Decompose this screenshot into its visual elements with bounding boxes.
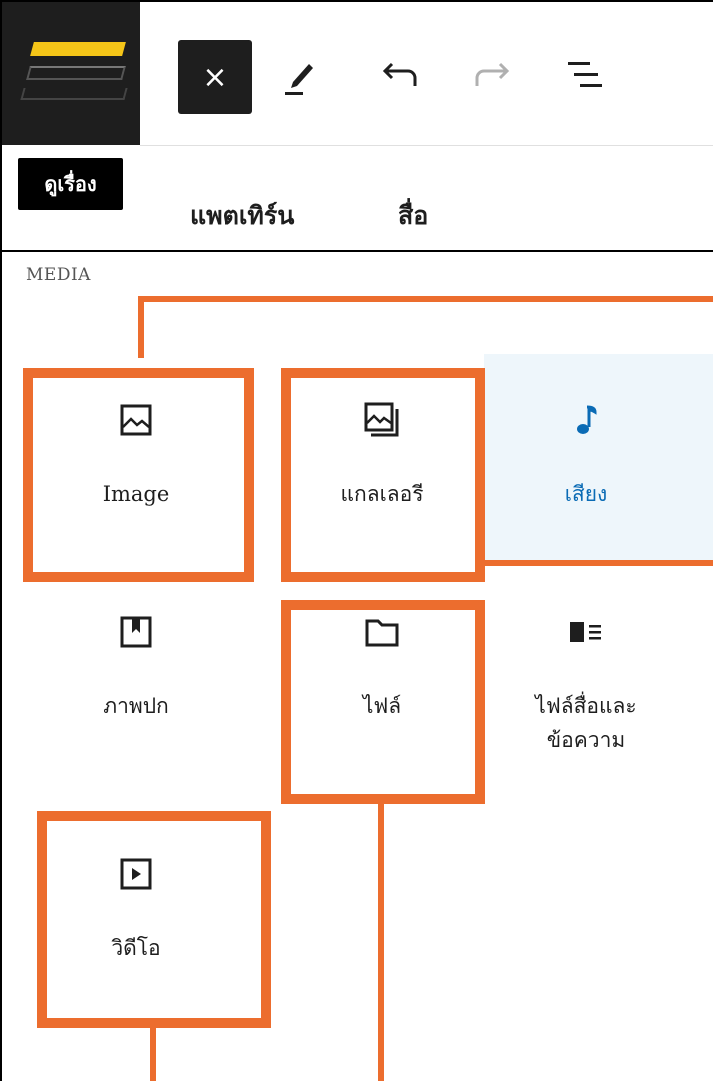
- block-cover[interactable]: ภาพปก: [36, 612, 236, 724]
- cover-icon: [119, 612, 153, 652]
- annotation-box-video: [37, 811, 271, 1028]
- annotation-line: [485, 560, 713, 566]
- pencil-icon[interactable]: [282, 52, 318, 96]
- annotation-line: [138, 296, 144, 358]
- annotation-line: [378, 804, 384, 1081]
- site-logo[interactable]: [2, 2, 140, 145]
- close-icon: ×: [202, 59, 228, 95]
- block-audio[interactable]: เสียง: [486, 400, 686, 512]
- tooltip: ดูเรื่อง: [18, 158, 123, 210]
- annotation-line: [138, 296, 713, 302]
- block-media-text[interactable]: ไฟล์สื่อและ ข้อความ: [486, 612, 686, 757]
- block-label: ไฟล์สื่อและ ข้อความ: [535, 694, 637, 752]
- block-label: ภาพปก: [103, 694, 169, 718]
- close-inserter-button[interactable]: ×: [178, 40, 252, 114]
- annotation-box-file: [281, 600, 485, 804]
- tabs-divider: [2, 250, 713, 252]
- annotation-box-gallery: [281, 368, 485, 582]
- tab-media[interactable]: สื่อ: [398, 196, 428, 236]
- annotation-line: [150, 1028, 156, 1081]
- section-heading: MEDIA: [26, 265, 91, 285]
- audio-icon: [571, 400, 601, 440]
- annotation-box-image: [23, 368, 254, 582]
- tab-patterns[interactable]: แพตเทิร์น: [190, 196, 294, 236]
- list-view-icon[interactable]: [562, 52, 606, 96]
- media-text-icon: [566, 612, 606, 652]
- undo-icon[interactable]: [378, 52, 422, 96]
- redo-icon[interactable]: [470, 52, 514, 96]
- block-label: เสียง: [564, 482, 608, 506]
